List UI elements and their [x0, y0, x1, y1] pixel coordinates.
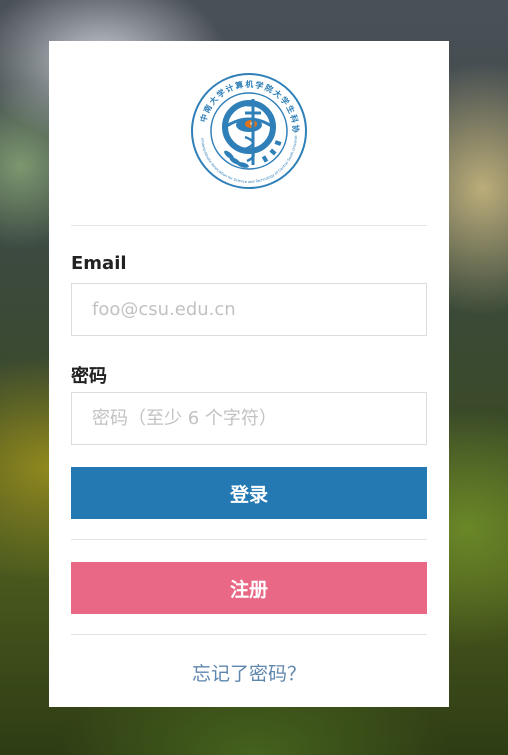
- divider-top: [71, 225, 427, 226]
- login-button-label: 登录: [229, 483, 268, 506]
- register-button-label: 注册: [229, 578, 268, 601]
- forgot-password-link[interactable]: 忘记了密码？: [49, 659, 449, 686]
- logo-container: 中南大学计算机学院大学生科协 Undergraduate Association…: [49, 71, 449, 191]
- password-label: 密码: [71, 366, 107, 387]
- email-input[interactable]: [71, 283, 427, 336]
- divider-bottom: [71, 634, 427, 635]
- association-logo: 中南大学计算机学院大学生科协 Undergraduate Association…: [189, 71, 307, 189]
- divider-middle: [71, 539, 427, 540]
- register-button[interactable]: 注册: [71, 562, 427, 614]
- email-label: Email: [71, 253, 127, 274]
- password-input[interactable]: [71, 392, 427, 445]
- login-button[interactable]: 登录: [71, 467, 427, 519]
- login-card: 中南大学计算机学院大学生科协 Undergraduate Association…: [49, 41, 449, 707]
